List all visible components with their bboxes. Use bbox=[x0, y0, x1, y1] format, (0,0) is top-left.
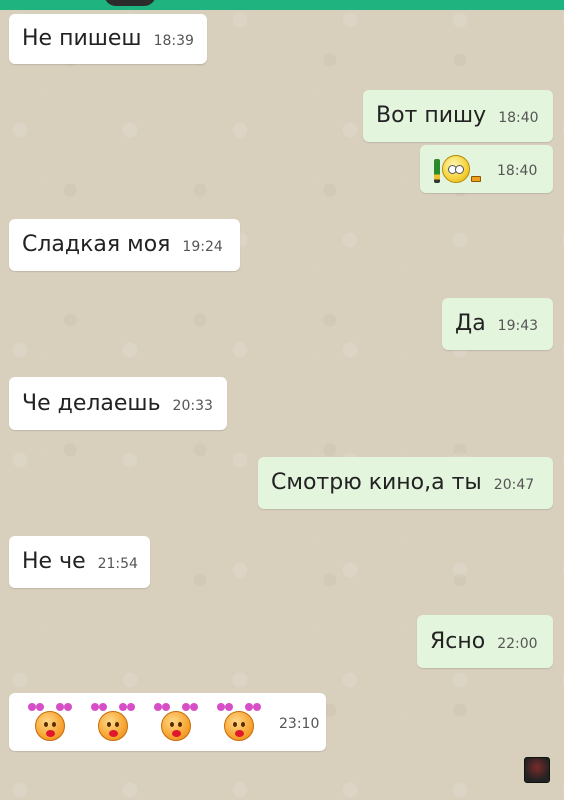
message-bubble-outgoing[interactable]: Ясно 22:00 bbox=[417, 615, 553, 668]
message-time: 18:40 bbox=[497, 163, 538, 179]
sticker-row bbox=[28, 703, 261, 741]
message-bubble-outgoing[interactable]: 18:40 bbox=[420, 145, 553, 193]
message-text: Вот пишу bbox=[376, 103, 487, 128]
message-time: 20:33 bbox=[172, 397, 213, 414]
kiss-smiley-icon bbox=[154, 703, 198, 741]
smiley-icon bbox=[442, 155, 470, 183]
message-time: 19:43 bbox=[497, 318, 539, 334]
message-text: Не пишеш bbox=[22, 26, 142, 51]
message-text: Да bbox=[455, 311, 486, 336]
message-bubble-incoming[interactable]: Че делаешь 20:33 bbox=[9, 377, 227, 430]
pencil-smiley-sticker bbox=[434, 155, 481, 183]
chat-head-avatar[interactable] bbox=[524, 757, 550, 783]
kiss-smiley-icon bbox=[217, 703, 261, 741]
notepad-icon bbox=[471, 176, 481, 182]
app-header-bar bbox=[0, 0, 564, 10]
message-time: 22:00 bbox=[497, 635, 538, 652]
message-time: 18:39 bbox=[153, 33, 194, 49]
message-bubble-outgoing[interactable]: Смотрю кино,а ты 20:47 bbox=[258, 457, 553, 509]
message-bubble-outgoing[interactable]: Да 19:43 bbox=[442, 298, 553, 350]
message-text: Не че bbox=[22, 549, 86, 574]
message-time: 21:54 bbox=[97, 556, 138, 572]
message-bubble-incoming[interactable]: Сладкая моя 19:24 bbox=[9, 219, 240, 271]
message-bubble-incoming[interactable]: Не пишеш 18:39 bbox=[9, 14, 207, 64]
kiss-smiley-icon bbox=[91, 703, 135, 741]
message-text: Че делаешь bbox=[22, 390, 161, 416]
message-text: Сладкая моя bbox=[22, 232, 171, 257]
kiss-smiley-icon bbox=[28, 703, 72, 741]
message-text: Ясно bbox=[430, 628, 486, 654]
message-bubble-incoming[interactable]: Не че 21:54 bbox=[9, 536, 150, 588]
message-time: 20:47 bbox=[493, 477, 535, 493]
pencil-icon bbox=[434, 159, 440, 183]
message-time: 18:40 bbox=[498, 110, 539, 126]
message-time: 19:24 bbox=[182, 239, 223, 255]
message-text: Смотрю кино,а ты bbox=[271, 470, 482, 495]
contact-avatar[interactable] bbox=[104, 0, 156, 6]
message-bubble-incoming[interactable]: 23:10 bbox=[9, 693, 326, 751]
message-time: 23:10 bbox=[279, 716, 320, 732]
message-bubble-outgoing[interactable]: Вот пишу 18:40 bbox=[363, 90, 553, 142]
